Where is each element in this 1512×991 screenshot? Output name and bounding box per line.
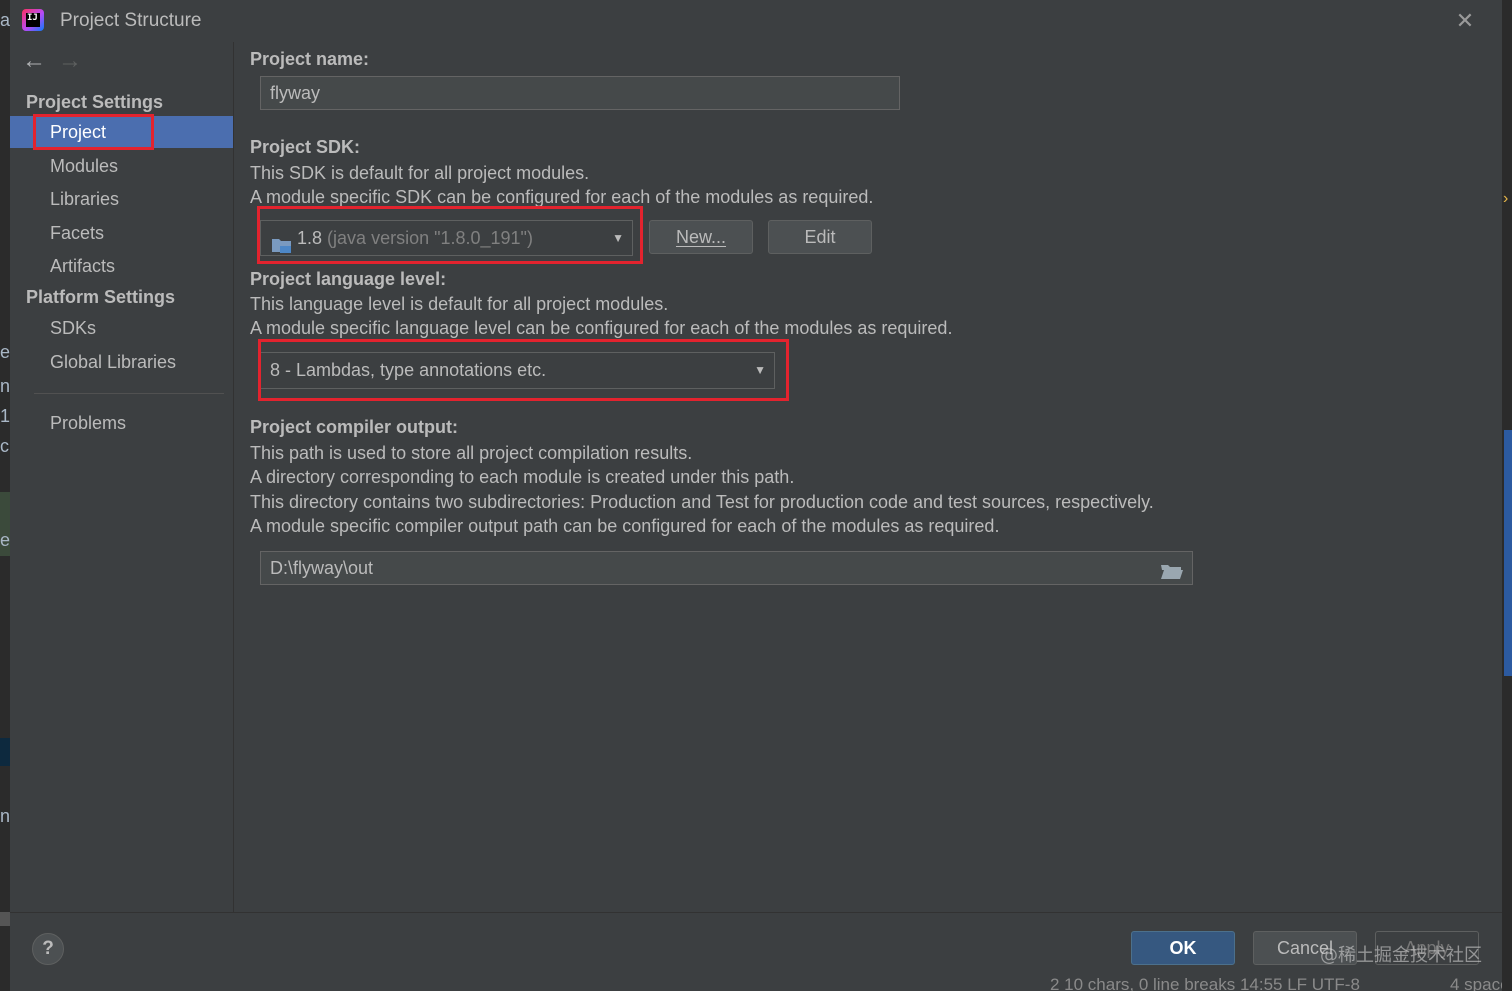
new-sdk-button[interactable]: New...: [649, 220, 753, 254]
status-bar-fragment: 2 10 chars, 0 line breaks 14:55 LF UTF-8: [1050, 975, 1360, 991]
project-settings-header: Project Settings: [26, 92, 164, 112]
ok-button[interactable]: OK: [1131, 931, 1235, 965]
language-level-label: Project language level:: [250, 269, 447, 289]
project-sdk-label: Project SDK:: [250, 137, 361, 157]
compiler-output-description: A directory corresponding to each module…: [250, 467, 795, 487]
dialog-button-bar: 2 10 chars, 0 line breaks 14:55 LF UTF-8…: [10, 912, 1502, 991]
language-level-description: This language level is default for all p…: [250, 294, 669, 314]
sidebar-divider: [34, 393, 224, 394]
background-editor-right: ›: [1502, 0, 1512, 991]
language-level-value: 8 - Lambdas, type annotations etc.: [270, 360, 547, 380]
sidebar-item-artifacts[interactable]: Artifacts: [10, 250, 233, 282]
sidebar-item-facets[interactable]: Facets: [10, 217, 233, 249]
sidebar-item-label: Libraries: [50, 189, 120, 209]
sidebar-item-label: SDKs: [50, 318, 97, 338]
sidebar-item-label: Facets: [50, 223, 105, 243]
language-level-description: A module specific language level can be …: [250, 318, 953, 338]
help-icon[interactable]: ?: [32, 933, 64, 965]
project-sdk-description: A module specific SDK can be configured …: [250, 187, 874, 207]
intellij-app-icon: IJ: [22, 9, 44, 31]
sidebar: ← → Project Settings Project Modules Libr…: [10, 42, 234, 912]
sidebar-item-libraries[interactable]: Libraries: [10, 183, 233, 215]
edit-sdk-button[interactable]: Edit: [768, 220, 872, 254]
nav-arrows: ← →: [22, 48, 88, 76]
sdk-version: 1.8: [297, 228, 323, 248]
sidebar-item-global-libraries[interactable]: Global Libraries: [10, 346, 233, 378]
forward-arrow-icon[interactable]: →: [58, 48, 88, 74]
sidebar-item-label: Project: [50, 122, 107, 142]
compiler-output-description: This path is used to store all project c…: [250, 443, 693, 463]
sidebar-item-label: Problems: [50, 413, 127, 433]
project-settings-panel: Project name: flyway Project SDK: This S…: [234, 42, 1502, 912]
sidebar-item-label: Artifacts: [50, 256, 116, 276]
jdk-folder-icon: [271, 231, 291, 253]
sidebar-item-problems[interactable]: Problems: [10, 407, 233, 439]
compiler-output-description: This directory contains two subdirectori…: [250, 492, 1154, 512]
title-bar: IJ Project Structure ✕: [10, 0, 1502, 42]
close-icon[interactable]: ✕: [1452, 8, 1478, 34]
project-sdk-dropdown[interactable]: 1.8 (java version "1.8.0_191") ▼: [260, 220, 633, 256]
background-editor-left: a e n 1 c e n: [0, 0, 10, 991]
sidebar-item-sdks[interactable]: SDKs: [10, 312, 233, 344]
sidebar-item-label: Modules: [50, 156, 119, 176]
project-name-label: Project name:: [250, 49, 370, 69]
scrollbar[interactable]: [1504, 430, 1512, 676]
language-level-dropdown[interactable]: 8 - Lambdas, type annotations etc. ▼: [260, 352, 775, 389]
sidebar-item-project[interactable]: Project: [10, 116, 233, 148]
platform-settings-header: Platform Settings: [26, 287, 176, 307]
chevron-right-icon: ›: [1503, 190, 1509, 207]
cancel-button[interactable]: Cancel: [1253, 931, 1357, 965]
status-bar-fragment: 4 spaces: [1450, 975, 1502, 991]
apply-button[interactable]: Apply: [1375, 931, 1479, 965]
back-arrow-icon[interactable]: ←: [22, 48, 52, 74]
chevron-down-icon: ▼: [754, 363, 766, 377]
compiler-output-label: Project compiler output:: [250, 417, 459, 437]
sdk-version-detail: (java version "1.8.0_191"): [327, 228, 533, 248]
compiler-output-path-input[interactable]: D:\flyway\out: [260, 551, 1193, 585]
project-name-input[interactable]: flyway: [260, 76, 900, 110]
sidebar-item-modules[interactable]: Modules: [10, 150, 233, 182]
window-title: Project Structure: [60, 10, 202, 31]
chevron-down-icon: ▼: [612, 231, 624, 245]
project-sdk-description: This SDK is default for all project modu…: [250, 163, 590, 183]
browse-folder-icon[interactable]: [1160, 559, 1184, 591]
project-structure-dialog: IJ Project Structure ✕ ← → Project Settin…: [10, 0, 1502, 991]
compiler-output-description: A module specific compiler output path c…: [250, 516, 1000, 536]
sidebar-item-label: Global Libraries: [50, 352, 177, 372]
